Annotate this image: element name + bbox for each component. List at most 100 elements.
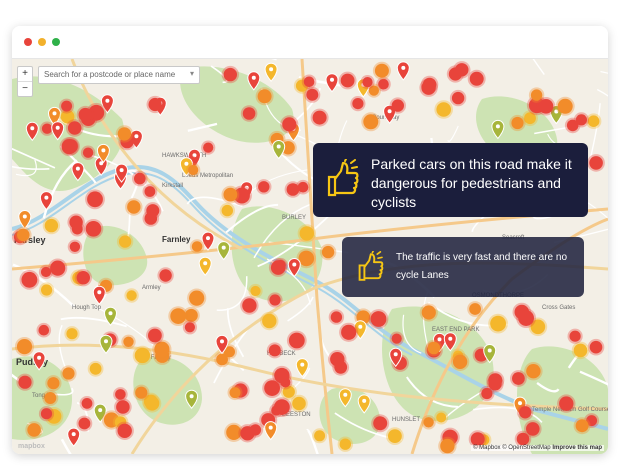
report-pin[interactable] (325, 73, 339, 93)
report-cluster[interactable] (132, 170, 148, 187)
report-cluster[interactable] (255, 87, 274, 106)
report-cluster[interactable] (510, 370, 527, 387)
report-cluster[interactable] (338, 71, 357, 90)
report-cluster[interactable] (168, 306, 189, 326)
report-cluster[interactable] (337, 436, 353, 452)
report-cluster[interactable] (312, 428, 328, 444)
report-cluster[interactable] (115, 125, 134, 143)
report-cluster[interactable] (221, 65, 239, 84)
report-cluster[interactable] (360, 75, 375, 90)
report-cluster[interactable] (328, 309, 345, 325)
report-pin[interactable] (67, 427, 81, 447)
report-cluster[interactable] (573, 417, 591, 435)
report-cluster[interactable] (386, 427, 404, 445)
report-cluster[interactable] (557, 394, 576, 413)
maximize-window-button[interactable] (52, 38, 60, 46)
report-cluster[interactable] (219, 202, 235, 219)
report-cluster[interactable] (260, 311, 279, 331)
report-cluster[interactable] (389, 331, 404, 346)
report-cluster[interactable] (389, 97, 406, 114)
report-cluster[interactable] (319, 243, 337, 261)
report-cluster[interactable] (36, 322, 52, 338)
report-cluster[interactable] (83, 219, 104, 239)
chevron-down-icon[interactable]: ▾ (190, 69, 194, 78)
report-cluster[interactable] (301, 74, 317, 90)
report-pin[interactable] (92, 285, 106, 305)
report-cluster[interactable] (350, 96, 366, 112)
report-cluster[interactable] (125, 198, 143, 216)
report-cluster[interactable] (284, 181, 302, 198)
report-cluster[interactable] (67, 239, 83, 254)
report-cluster[interactable] (339, 322, 359, 342)
report-cluster[interactable] (453, 61, 471, 79)
report-cluster[interactable] (79, 396, 95, 411)
report-cluster[interactable] (297, 224, 316, 243)
report-cluster[interactable] (133, 384, 150, 401)
report-cluster[interactable] (467, 69, 486, 88)
close-window-button[interactable] (24, 38, 32, 46)
report-cluster[interactable] (42, 390, 59, 406)
report-pin[interactable] (217, 241, 231, 261)
report-cluster[interactable] (227, 385, 243, 401)
report-cluster[interactable] (488, 313, 508, 334)
report-cluster[interactable] (371, 414, 390, 433)
report-cluster[interactable] (419, 78, 438, 97)
report-cluster[interactable] (144, 202, 162, 220)
report-cluster[interactable] (132, 345, 153, 366)
report-cluster[interactable] (60, 365, 77, 382)
report-cluster[interactable] (240, 105, 258, 122)
report-cluster[interactable] (573, 112, 589, 128)
report-cluster[interactable] (76, 105, 95, 124)
report-cluster[interactable] (189, 239, 205, 254)
report-cluster[interactable] (247, 422, 264, 438)
report-cluster[interactable] (85, 189, 105, 210)
report-cluster[interactable] (509, 114, 526, 132)
report-pin[interactable] (99, 334, 113, 354)
report-cluster[interactable] (286, 330, 307, 351)
report-pin[interactable] (264, 62, 278, 82)
minimize-window-button[interactable] (38, 38, 46, 46)
report-cluster[interactable] (449, 89, 467, 107)
report-cluster[interactable] (517, 404, 534, 421)
report-cluster[interactable] (25, 421, 43, 439)
report-cluster[interactable] (587, 338, 605, 356)
map-view[interactable]: Farsley Pudsey HAWKSWORTH Kirkstall Leeds Me… (12, 59, 608, 454)
report-pin[interactable] (264, 421, 278, 441)
report-cluster[interactable] (19, 269, 40, 290)
report-cluster[interactable] (280, 115, 299, 134)
report-cluster[interactable] (272, 397, 292, 417)
report-cluster[interactable] (14, 337, 35, 357)
report-cluster[interactable] (450, 352, 470, 371)
report-cluster[interactable] (368, 309, 389, 329)
report-cluster[interactable] (38, 406, 55, 422)
report-cluster[interactable] (328, 350, 347, 369)
report-pin[interactable] (198, 256, 212, 276)
report-pin[interactable] (396, 61, 410, 81)
comment-callout[interactable]: Parked cars on this road make it dangero… (313, 143, 588, 217)
report-cluster[interactable] (419, 303, 438, 322)
report-cluster[interactable] (240, 296, 259, 315)
report-cluster[interactable] (536, 97, 556, 116)
report-cluster[interactable] (272, 365, 292, 386)
report-cluster[interactable] (64, 326, 80, 342)
report-cluster[interactable] (157, 267, 174, 284)
report-cluster[interactable] (555, 96, 575, 116)
report-cluster[interactable] (571, 341, 590, 360)
report-cluster[interactable] (372, 61, 391, 80)
report-cluster[interactable] (256, 179, 272, 195)
report-cluster[interactable] (59, 137, 79, 157)
report-cluster[interactable] (39, 282, 55, 298)
report-cluster[interactable] (516, 308, 536, 328)
report-cluster[interactable] (42, 216, 61, 235)
report-cluster[interactable] (273, 257, 288, 273)
report-cluster[interactable] (361, 112, 381, 132)
report-cluster[interactable] (304, 86, 321, 103)
report-cluster[interactable] (467, 301, 483, 317)
report-cluster[interactable] (434, 100, 453, 119)
report-cluster[interactable] (421, 415, 436, 430)
report-cluster[interactable] (124, 288, 139, 303)
report-cluster[interactable] (187, 288, 207, 308)
report-cluster[interactable] (201, 140, 216, 155)
report-cluster[interactable] (115, 421, 134, 440)
report-cluster[interactable] (80, 145, 96, 160)
